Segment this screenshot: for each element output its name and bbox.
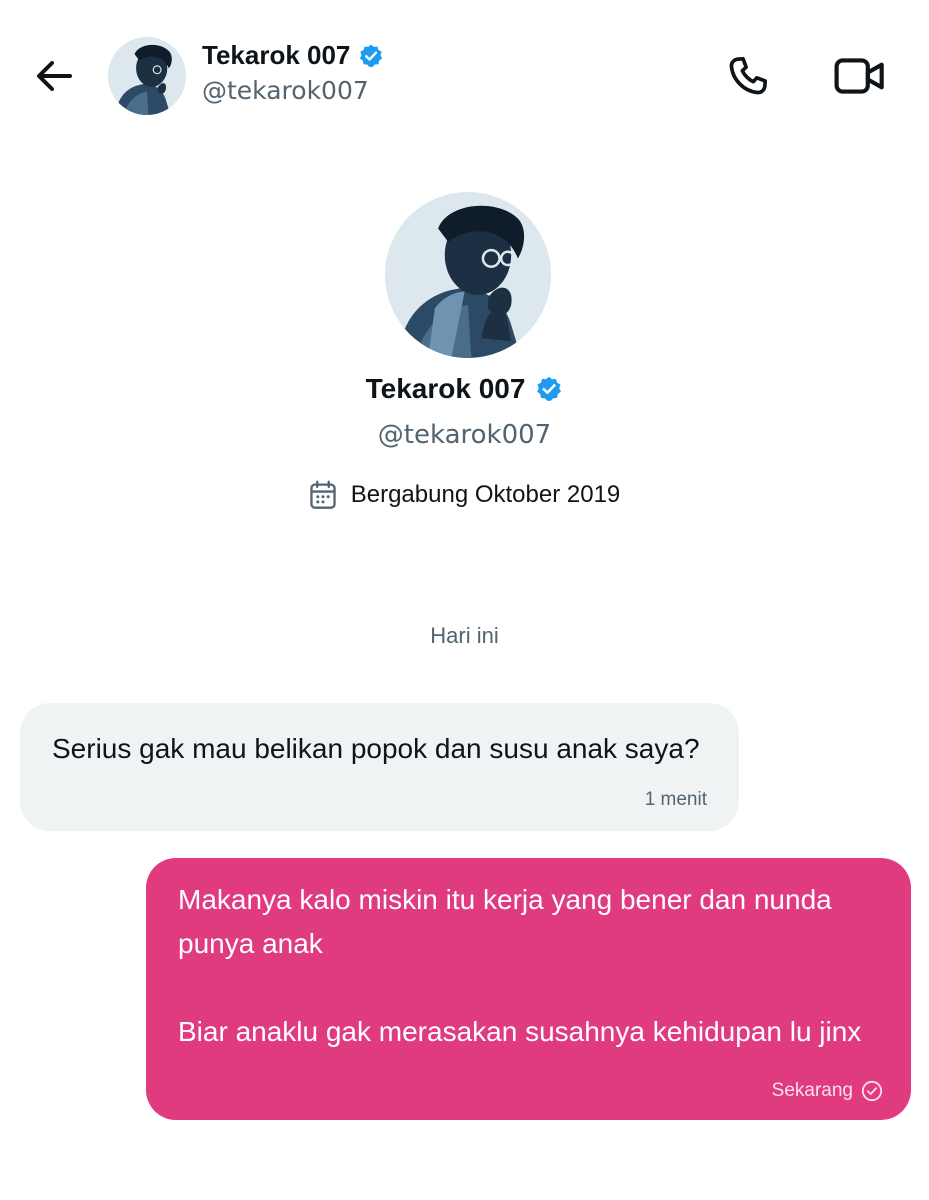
profile-handle: @tekarok007 bbox=[377, 420, 552, 450]
profile-avatar[interactable] bbox=[385, 192, 551, 358]
arrow-left-icon bbox=[37, 61, 72, 91]
header-name-text: Tekarok 007 bbox=[202, 40, 351, 70]
conversation-header: Tekarok 007 @tekarok007 bbox=[0, 0, 929, 150]
video-call-button[interactable] bbox=[830, 50, 890, 102]
message-paragraph: Makanya kalo miskin itu kerja yang bener… bbox=[178, 884, 832, 959]
back-button[interactable] bbox=[30, 52, 78, 100]
video-camera-icon bbox=[834, 58, 884, 94]
message-text: Serius gak mau belikan popok dan susu an… bbox=[52, 733, 700, 764]
join-date-text: Bergabung Oktober 2019 bbox=[350, 481, 621, 508]
header-name[interactable]: Tekarok 007 bbox=[202, 40, 384, 71]
profile-name-text: Tekarok 007 bbox=[365, 373, 526, 404]
join-date: Bergabung Oktober 2019 bbox=[0, 480, 929, 517]
message-paragraph: Biar anaklu gak merasakan susahnya kehid… bbox=[178, 1016, 862, 1047]
calendar-icon bbox=[310, 480, 336, 509]
message-timestamp: Sekarang bbox=[771, 1080, 853, 1101]
day-divider: Hari ini bbox=[430, 623, 499, 648]
profile-name: Tekarok 007 bbox=[0, 373, 929, 405]
phone-icon bbox=[729, 56, 768, 95]
call-button[interactable] bbox=[722, 50, 774, 102]
message-text: Makanya kalo miskin itu kerja yang bener… bbox=[178, 878, 878, 1054]
sent-check-circle-icon bbox=[861, 1080, 883, 1102]
avatar-illustration bbox=[108, 37, 186, 115]
header-handle: @tekarok007 bbox=[202, 76, 369, 105]
outgoing-message-bubble[interactable]: Makanya kalo miskin itu kerja yang bener… bbox=[146, 858, 911, 1120]
verified-badge-icon bbox=[360, 44, 383, 67]
message-timestamp: 1 menit bbox=[644, 789, 707, 810]
avatar-illustration bbox=[385, 192, 551, 358]
message-status: Sekarang bbox=[772, 1080, 883, 1102]
incoming-message-bubble[interactable]: Serius gak mau belikan popok dan susu an… bbox=[20, 703, 739, 831]
verified-badge-icon bbox=[537, 376, 562, 402]
avatar[interactable] bbox=[108, 37, 186, 115]
